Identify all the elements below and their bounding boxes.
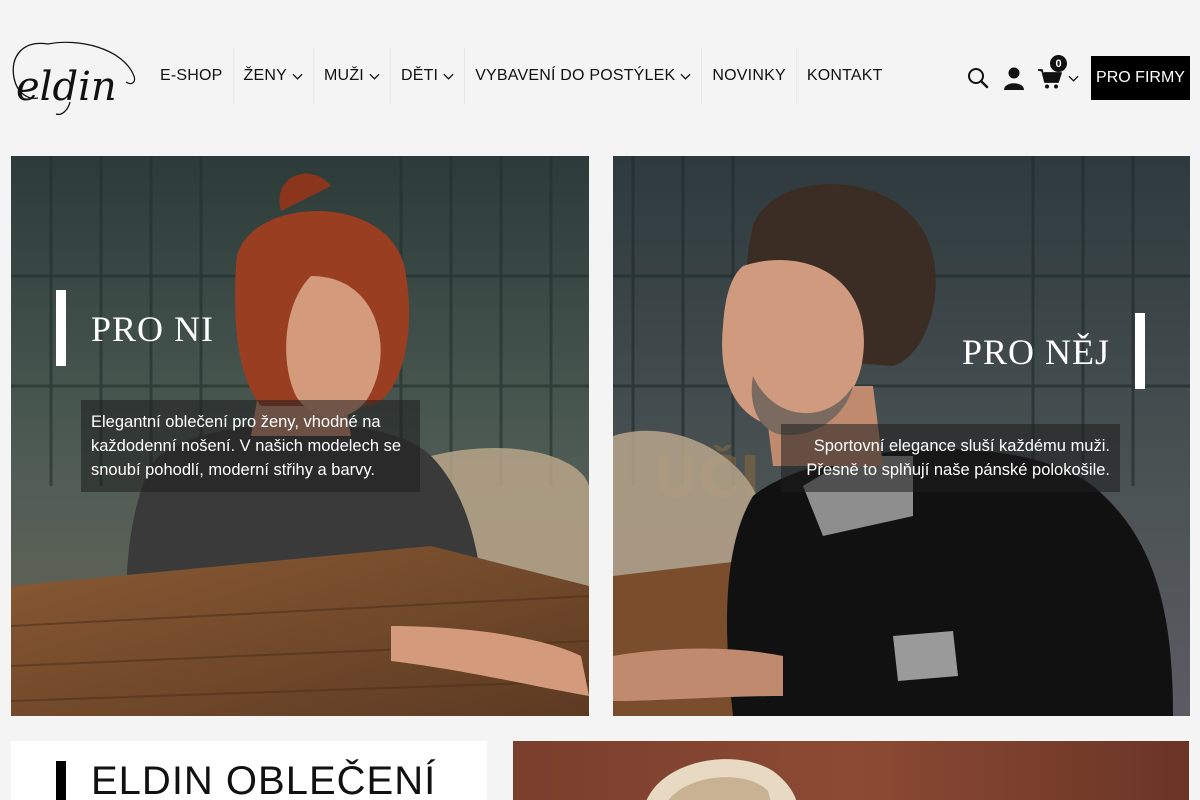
banner-description: Sportovní elegance sluší každému muži. P… <box>781 424 1120 492</box>
main-nav: E-SHOP ŽENY MUŽI DĚTI VYBAVENÍ DO POSTÝL… <box>150 48 893 104</box>
nav-label: VYBAVENÍ DO POSTÝLEK <box>475 67 676 84</box>
woman-photo <box>513 741 1189 800</box>
accent-bar <box>56 761 66 800</box>
chevron-down-icon <box>292 73 303 80</box>
nav-label: MUŽI <box>324 67 364 84</box>
banner-title: PRO NI <box>91 309 215 349</box>
cart-button[interactable]: 0 <box>1032 55 1068 96</box>
chevron-down-icon <box>1067 75 1079 82</box>
chevron-down-icon <box>369 73 380 80</box>
site-header: eldin E-SHOP ŽENY MUŽI DĚTI VYBAVENÍ DO … <box>0 0 1200 155</box>
nav-item-deti[interactable]: DĚTI <box>389 48 464 104</box>
search-icon <box>968 68 989 89</box>
intro-card: ELDIN OBLEČENÍ <box>11 741 487 800</box>
logo-text: eldin <box>16 64 117 110</box>
nav-label: DĚTI <box>400 67 439 84</box>
nav-item-kontakt[interactable]: KONTAKT <box>795 48 893 104</box>
nav-item-eshop[interactable]: E-SHOP <box>150 48 233 104</box>
chevron-down-icon <box>443 73 454 80</box>
search-button[interactable] <box>960 60 996 96</box>
nav-item-vybaveni[interactable]: VYBAVENÍ DO POSTÝLEK <box>464 48 701 104</box>
nav-label: NOVINKY <box>712 67 786 84</box>
cart-count-badge: 0 <box>1050 55 1067 72</box>
accent-bar <box>1135 313 1145 389</box>
nav-item-muzi[interactable]: MUŽI <box>313 48 390 104</box>
header-actions: 0 <box>960 55 1080 96</box>
chevron-down-icon <box>680 73 691 80</box>
banner-description: Elegantní oblečení pro ženy, vhodné na k… <box>81 400 420 492</box>
nav-label: E-SHOP <box>160 67 223 84</box>
banner-pro-nej[interactable]: UČI PRO NĚJ Sportovní elegance sluší kaž… <box>613 156 1190 716</box>
section-title: ELDIN OBLEČENÍ <box>91 759 437 800</box>
eldin-logo[interactable]: eldin <box>8 38 138 118</box>
account-button[interactable] <box>996 60 1032 96</box>
description-line: Sportovní elegance sluší každému muži. <box>813 437 1110 455</box>
cart-dropdown-toggle[interactable] <box>1066 60 1080 96</box>
nav-label: KONTAKT <box>806 67 883 84</box>
nav-item-zeny[interactable]: ŽENY <box>232 48 313 104</box>
banner-title: PRO NĚJ <box>961 332 1110 372</box>
description-line: Přesně to splňují naše pánské polokošile… <box>806 461 1110 479</box>
accent-bar <box>56 290 66 366</box>
nav-item-novinky[interactable]: NOVINKY <box>701 48 795 104</box>
user-icon <box>1004 67 1024 90</box>
banner-pro-ni[interactable]: PRO NI Elegantní oblečení pro ženy, vhod… <box>11 156 589 716</box>
pro-firmy-button[interactable]: PRO FIRMY <box>1091 56 1190 100</box>
promo-photo[interactable] <box>513 741 1189 800</box>
nav-label: ŽENY <box>243 67 288 84</box>
